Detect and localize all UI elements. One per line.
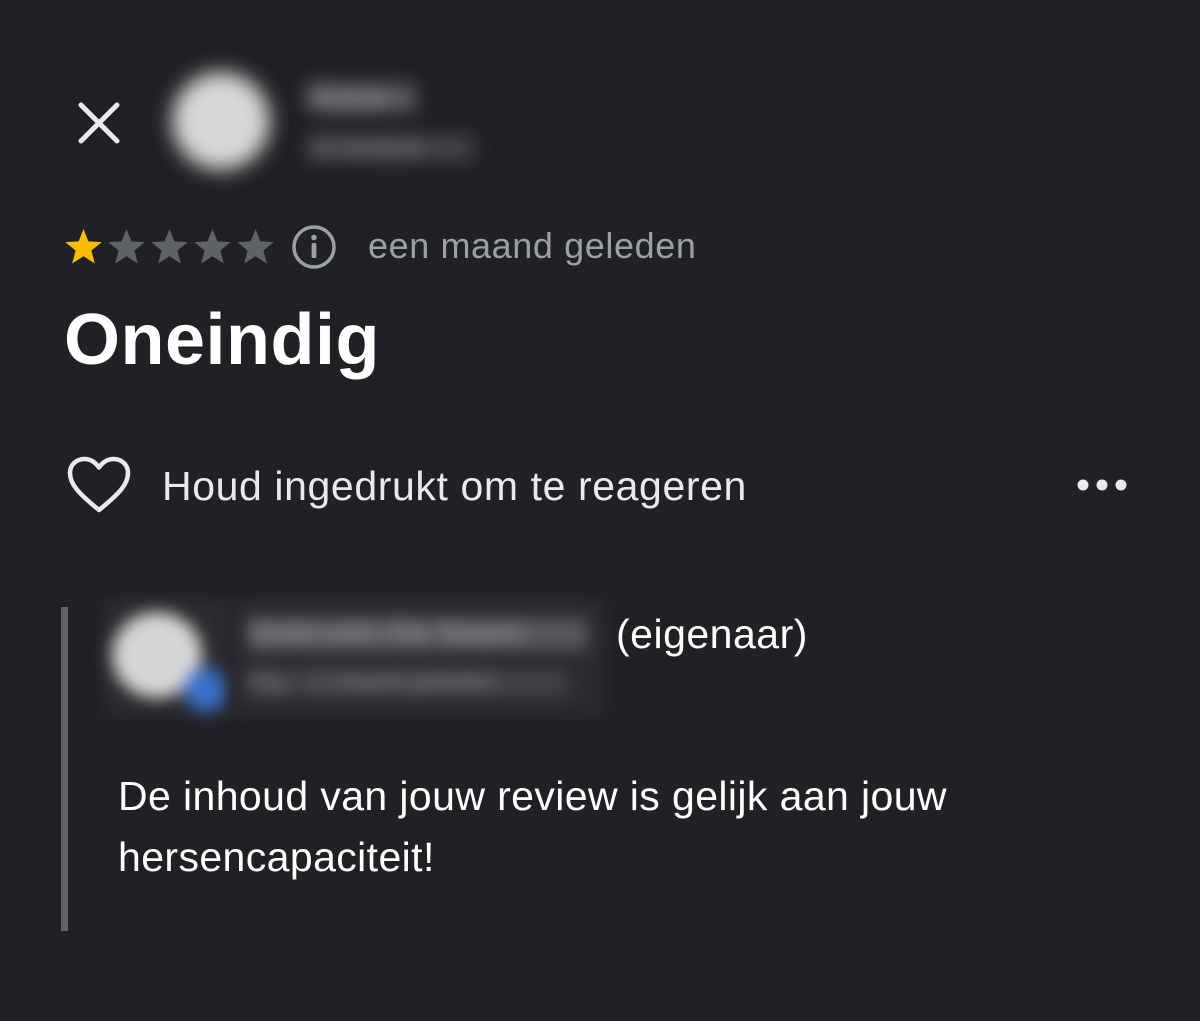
star-empty-icon bbox=[194, 229, 231, 264]
close-icon bbox=[78, 102, 120, 144]
info-icon bbox=[292, 225, 336, 269]
reviewer-info[interactable]: Klaas 12 reviews bbox=[300, 70, 480, 180]
more-options-button[interactable] bbox=[1068, 462, 1136, 508]
reviewer-name: Klaas bbox=[308, 80, 389, 113]
react-hint: Houd ingedrukt om te reageren bbox=[162, 463, 747, 509]
owner-tag: (eigenaar) bbox=[616, 611, 808, 657]
owner-subtitle: Eig. · 1 maand geleden bbox=[248, 668, 497, 695]
reviewer-subtitle: 12 reviews bbox=[308, 134, 423, 161]
review-text: Oneindig bbox=[64, 300, 380, 380]
more-horizontal-icon bbox=[1077, 479, 1127, 491]
owner-info[interactable]: Gebruikt De Naam Eig. · 1 maand geleden bbox=[232, 598, 606, 716]
react-button[interactable] bbox=[62, 450, 136, 520]
star-rating bbox=[62, 226, 277, 268]
star-filled-icon bbox=[65, 229, 102, 264]
heart-icon bbox=[67, 456, 131, 513]
review-time: een maand geleden bbox=[368, 225, 697, 266]
star-empty-icon bbox=[151, 229, 188, 264]
verified-badge-icon bbox=[184, 668, 228, 712]
owner-name: Gebruikt De Naam bbox=[248, 614, 526, 650]
star-empty-icon bbox=[108, 229, 145, 264]
star-empty-icon bbox=[237, 229, 274, 264]
info-button[interactable] bbox=[290, 223, 338, 271]
owner-reply-text: De inhoud van jouw review is gelijk aan … bbox=[118, 773, 947, 880]
reply-indent-bar bbox=[61, 607, 68, 931]
owner-avatar[interactable] bbox=[102, 598, 232, 716]
close-button[interactable] bbox=[70, 94, 128, 152]
reviewer-avatar[interactable] bbox=[166, 58, 278, 182]
